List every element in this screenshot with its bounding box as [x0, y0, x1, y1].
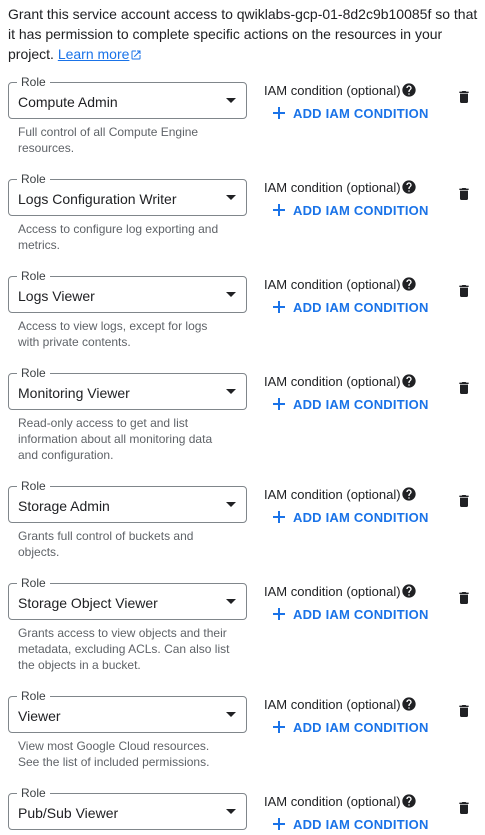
- iam-condition-label: IAM condition (optional): [264, 277, 401, 292]
- add-iam-condition-button[interactable]: ADD IAM CONDITION: [272, 296, 429, 318]
- role-field-label: Role: [17, 575, 50, 591]
- help-circle-icon[interactable]: [401, 276, 417, 292]
- role-field-label: Role: [17, 688, 50, 704]
- add-iam-condition-button[interactable]: ADD IAM CONDITION: [272, 199, 429, 221]
- chevron-down-icon: [226, 712, 236, 717]
- trash-icon[interactable]: [456, 88, 472, 106]
- intro-text: Grant this service account access to qwi…: [8, 4, 478, 64]
- role-field-label: Role: [17, 74, 50, 90]
- add-iam-condition-label: ADD IAM CONDITION: [293, 719, 429, 735]
- role-value: Viewer: [18, 708, 61, 724]
- role-description: View most Google Cloud resources. See th…: [18, 739, 210, 769]
- role-value: Compute Admin: [18, 94, 118, 110]
- chevron-down-icon: [226, 98, 236, 103]
- role-select[interactable]: Role Viewer: [8, 688, 247, 733]
- help-circle-icon[interactable]: [401, 583, 417, 599]
- role-description: Full control of all Compute Engine resou…: [18, 125, 199, 155]
- role-value: Logs Configuration Writer: [18, 191, 177, 207]
- add-iam-condition-button[interactable]: ADD IAM CONDITION: [272, 813, 429, 835]
- chevron-down-icon: [226, 502, 236, 507]
- add-iam-condition-button[interactable]: ADD IAM CONDITION: [272, 506, 429, 528]
- role-select[interactable]: Role Monitoring Viewer: [8, 365, 247, 410]
- trash-icon[interactable]: [456, 185, 472, 203]
- learn-more-link[interactable]: Learn more: [58, 46, 143, 62]
- role-select[interactable]: Role Pub/Sub Viewer: [8, 785, 247, 830]
- help-circle-icon[interactable]: [401, 373, 417, 389]
- chevron-down-icon: [226, 599, 236, 604]
- role-description: Read-only access to get and list informa…: [18, 416, 213, 462]
- role-field-label: Role: [17, 478, 50, 494]
- role-select[interactable]: Role Storage Admin: [8, 478, 247, 523]
- iam-condition-label: IAM condition (optional): [264, 83, 401, 98]
- add-iam-condition-button[interactable]: ADD IAM CONDITION: [272, 393, 429, 415]
- add-iam-condition-label: ADD IAM CONDITION: [293, 816, 429, 832]
- trash-icon[interactable]: [456, 492, 472, 510]
- plus-icon: [273, 511, 285, 523]
- role-value: Storage Object Viewer: [18, 595, 158, 611]
- iam-condition-label: IAM condition (optional): [264, 374, 401, 389]
- role-value: Logs Viewer: [18, 288, 95, 304]
- plus-icon: [273, 398, 285, 410]
- plus-icon: [273, 204, 285, 216]
- add-iam-condition-button[interactable]: ADD IAM CONDITION: [272, 102, 429, 124]
- role-value: Storage Admin: [18, 498, 110, 514]
- add-iam-condition-button[interactable]: ADD IAM CONDITION: [272, 603, 429, 625]
- external-link-icon: [131, 50, 141, 60]
- role-description: Access to configure log exporting and me…: [18, 222, 219, 252]
- help-circle-icon[interactable]: [401, 793, 417, 809]
- plus-icon: [273, 107, 285, 119]
- help-circle-icon[interactable]: [401, 696, 417, 712]
- trash-icon[interactable]: [456, 702, 472, 720]
- role-select[interactable]: Role Logs Viewer: [8, 268, 247, 313]
- role-description: Grants access to view objects and their …: [18, 626, 230, 672]
- help-circle-icon[interactable]: [401, 179, 417, 195]
- add-iam-condition-button[interactable]: ADD IAM CONDITION: [272, 716, 429, 738]
- trash-icon[interactable]: [456, 799, 472, 817]
- iam-condition-label: IAM condition (optional): [264, 180, 401, 195]
- plus-icon: [273, 301, 285, 313]
- trash-icon[interactable]: [456, 589, 472, 607]
- add-iam-condition-label: ADD IAM CONDITION: [293, 299, 429, 315]
- iam-condition-label: IAM condition (optional): [264, 794, 401, 809]
- role-select[interactable]: Role Storage Object Viewer: [8, 575, 247, 620]
- help-circle-icon[interactable]: [401, 486, 417, 502]
- chevron-down-icon: [226, 195, 236, 200]
- trash-icon[interactable]: [456, 379, 472, 397]
- role-field-label: Role: [17, 365, 50, 381]
- iam-condition-label: IAM condition (optional): [264, 697, 401, 712]
- iam-condition-label: IAM condition (optional): [264, 487, 401, 502]
- chevron-down-icon: [226, 292, 236, 297]
- chevron-down-icon: [226, 389, 236, 394]
- add-iam-condition-label: ADD IAM CONDITION: [293, 202, 429, 218]
- chevron-down-icon: [226, 809, 236, 814]
- plus-icon: [273, 721, 285, 733]
- add-iam-condition-label: ADD IAM CONDITION: [293, 105, 429, 121]
- add-iam-condition-label: ADD IAM CONDITION: [293, 606, 429, 622]
- plus-icon: [273, 818, 285, 830]
- plus-icon: [273, 608, 285, 620]
- iam-condition-label: IAM condition (optional): [264, 584, 401, 599]
- add-iam-condition-label: ADD IAM CONDITION: [293, 509, 429, 525]
- role-field-label: Role: [17, 785, 50, 801]
- add-iam-condition-label: ADD IAM CONDITION: [293, 396, 429, 412]
- trash-icon[interactable]: [456, 282, 472, 300]
- role-select[interactable]: Role Compute Admin: [8, 74, 247, 119]
- role-value: Monitoring Viewer: [18, 385, 130, 401]
- role-field-label: Role: [17, 171, 50, 187]
- role-value: Pub/Sub Viewer: [18, 805, 119, 821]
- role-field-label: Role: [17, 268, 50, 284]
- role-description: Access to view logs, except for logs wit…: [18, 319, 208, 349]
- role-select[interactable]: Role Logs Configuration Writer: [8, 171, 247, 216]
- help-circle-icon[interactable]: [401, 82, 417, 98]
- role-description: Grants full control of buckets and objec…: [18, 529, 194, 559]
